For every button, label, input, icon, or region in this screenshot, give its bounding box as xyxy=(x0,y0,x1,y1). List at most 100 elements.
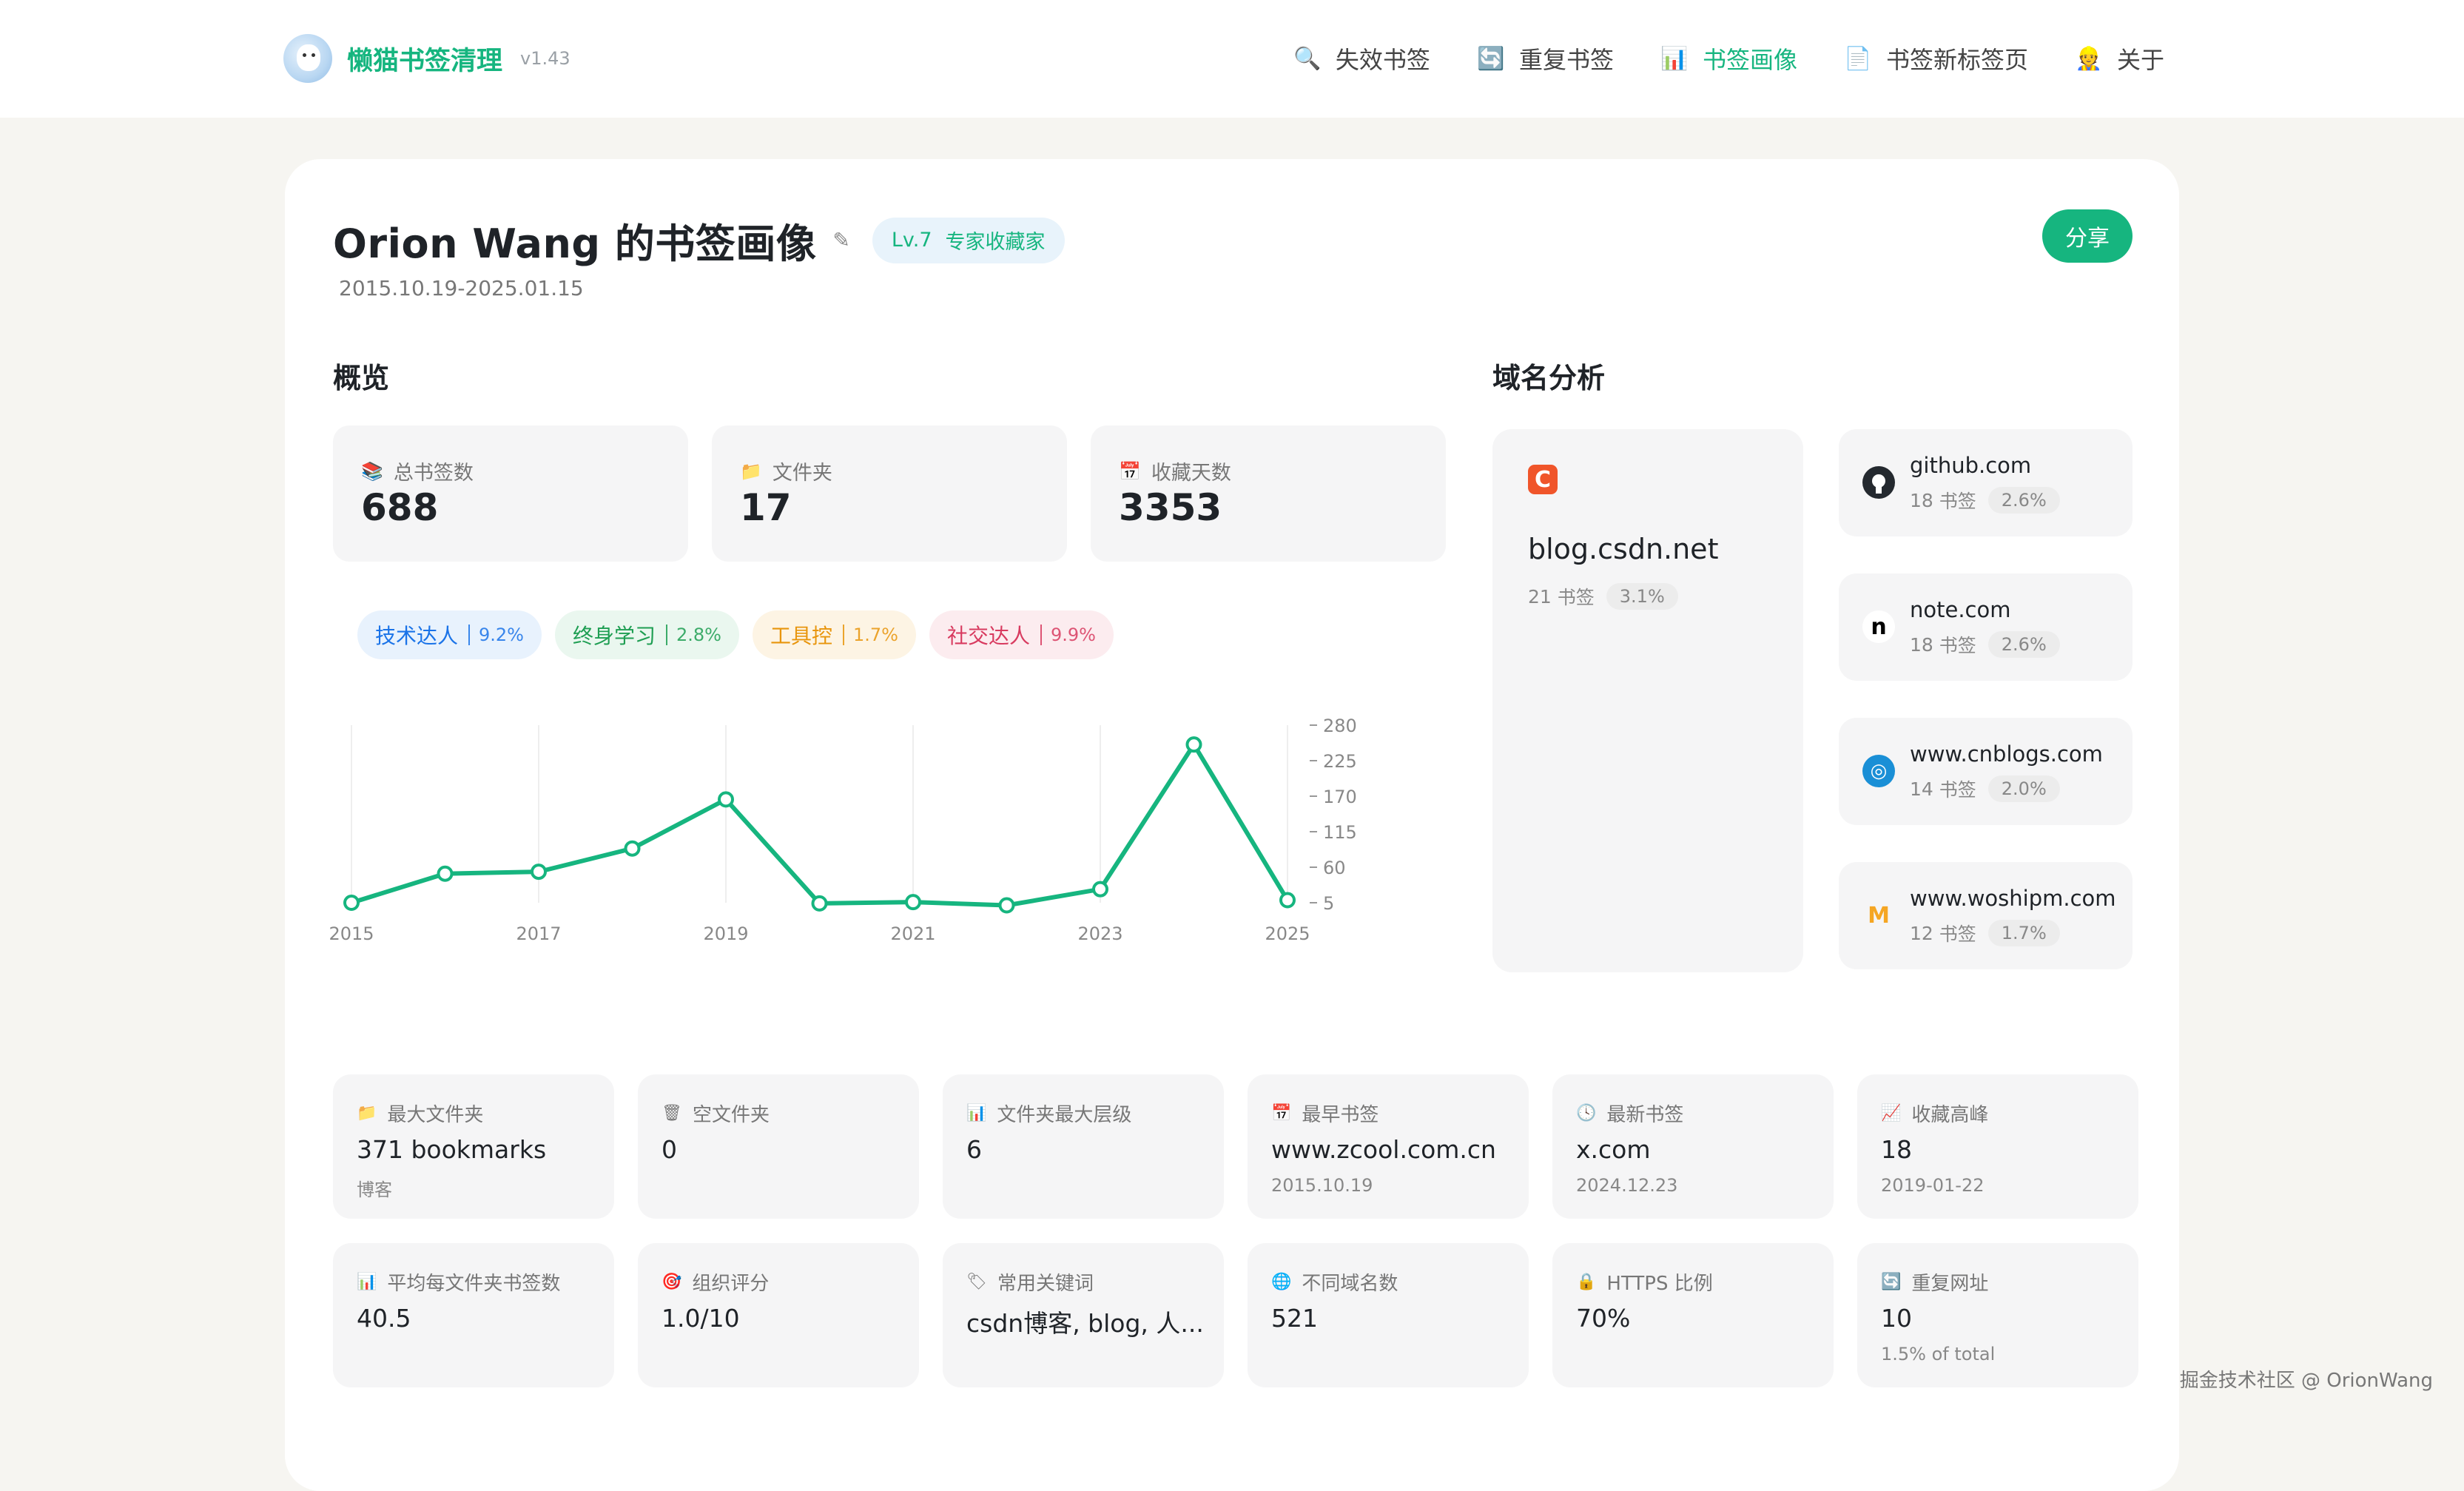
domain-unit: 书签 xyxy=(1939,491,1976,512)
nav-item-bookmark-profile[interactable]: 📊 书签画像 xyxy=(1660,41,1797,75)
lock-icon: 🔒 xyxy=(1576,1273,1597,1291)
detail-label: 平均每文件夹书签数 xyxy=(387,1273,561,1295)
label-icon: 🏷 xyxy=(966,1273,987,1291)
edit-pencil-icon[interactable]: ✎ xyxy=(832,228,849,252)
detail-label: 不同域名数 xyxy=(1302,1273,1398,1295)
x-tick-label: 2017 xyxy=(516,923,561,944)
data-point xyxy=(1185,736,1202,753)
detail-value: 10 xyxy=(1881,1304,1912,1333)
stat-collect-days: 📅 收藏天数 3353 xyxy=(1091,425,1446,562)
detail-card: 🕓 最新书签 x.com 2024.12.23 xyxy=(1552,1074,1834,1219)
cnblogs-icon: ◎ xyxy=(1862,755,1895,787)
detail-value: 0 xyxy=(662,1135,677,1164)
y-tick-label: 5 xyxy=(1323,893,1334,914)
detail-value: 18 xyxy=(1881,1135,1912,1164)
tag-percent: 9.9% xyxy=(1040,625,1096,645)
level-number: Lv.7 xyxy=(891,229,932,252)
detail-sub: 1.5% of total xyxy=(1881,1344,1996,1364)
domain-percent: 2.0% xyxy=(1987,775,2060,802)
watermark-credit: 掘金技术社区 @ OrionWang xyxy=(2179,1370,2433,1392)
domain-name: github.com xyxy=(1910,453,2032,478)
detail-value: 40.5 xyxy=(357,1304,411,1333)
detail-value: 6 xyxy=(966,1135,982,1164)
nav-item-broken-bookmarks[interactable]: 🔍 失效书签 xyxy=(1293,41,1430,75)
detail-card: 🏷 常用关键词 csdn博客, blog, 人... xyxy=(943,1243,1224,1387)
x-tick-label: 2023 xyxy=(1077,923,1122,944)
data-point xyxy=(905,894,921,911)
detail-label: 重复网址 xyxy=(1911,1273,1989,1295)
domain-card-woshipm[interactable]: M www.woshipm.com 12 书签 1.7% xyxy=(1839,862,2133,969)
csdn-icon: C xyxy=(1528,465,1558,494)
nav-item-duplicate-bookmarks[interactable]: 🔄 重复书签 xyxy=(1477,41,1614,75)
detail-card: 🔄 重复网址 10 1.5% of total xyxy=(1857,1243,2138,1387)
domain-percent: 1.7% xyxy=(1987,920,2060,946)
detail-card: 📊 平均每文件夹书签数 40.5 xyxy=(333,1243,614,1387)
detail-label: 文件夹最大层级 xyxy=(997,1104,1132,1126)
domain-card-note[interactable]: n note.com 18 书签 2.6% xyxy=(1839,573,2133,681)
detail-card: 📊 文件夹最大层级 6 xyxy=(943,1074,1224,1219)
cat-logo-icon xyxy=(283,34,332,83)
data-point xyxy=(1092,881,1108,898)
detail-sub: 2024.12.23 xyxy=(1576,1175,1678,1196)
detail-card: 🌐 不同域名数 521 xyxy=(1248,1243,1529,1387)
top-domain-card[interactable]: C blog.csdn.net 21 书签 3.1% xyxy=(1492,429,1803,972)
persona-tags: 技术达人 9.2% 终身学习 2.8% 工具控 1.7% 社交达人 9.9% xyxy=(357,610,1114,659)
detail-label: 最大文件夹 xyxy=(387,1104,484,1126)
detail-card: 🎯 组织评分 1.0/10 xyxy=(638,1243,919,1387)
nav-item-about[interactable]: 👷 关于 xyxy=(2075,41,2164,75)
domain-count: 18 xyxy=(1910,489,1933,511)
books-icon: 📚 xyxy=(361,460,383,482)
profile-card: Orion Wang 的书签画像 ✎ Lv.7 专家收藏家 2015.10.19… xyxy=(285,159,2179,1491)
domain-unit: 书签 xyxy=(1939,635,1976,656)
detail-label: HTTPS 比例 xyxy=(1606,1273,1713,1295)
domain-name: www.woshipm.com xyxy=(1910,886,2116,911)
bar-chart-icon: 📊 xyxy=(357,1273,377,1291)
data-point xyxy=(531,864,547,881)
x-tick-label: 2019 xyxy=(703,923,748,944)
domain-count: 18 xyxy=(1910,633,1933,656)
app-name: 懒猫书签清理 xyxy=(347,46,503,76)
domain-card-cnblogs[interactable]: ◎ www.cnblogs.com 14 书签 2.0% xyxy=(1839,718,2133,825)
trend-line xyxy=(351,742,1290,908)
app-version: v1.43 xyxy=(520,48,570,69)
stat-value: 688 xyxy=(361,486,439,529)
nav-label: 书签画像 xyxy=(1702,46,1797,74)
domain-count: 14 xyxy=(1910,778,1933,800)
tag-label: 终身学习 xyxy=(573,624,656,648)
detail-sub: 2015.10.19 xyxy=(1271,1175,1373,1196)
bar-chart-icon: 📊 xyxy=(966,1104,987,1123)
share-button[interactable]: 分享 xyxy=(2042,209,2133,263)
domain-percent: 2.6% xyxy=(1987,631,2060,658)
stat-value: 3353 xyxy=(1119,486,1222,529)
detail-label: 空文件夹 xyxy=(692,1104,770,1126)
tag-label: 技术达人 xyxy=(375,624,459,648)
main-nav: 🔍 失效书签 🔄 重复书签 📊 书签画像 📄 书签新标签页 👷 关于 xyxy=(1293,34,2164,83)
tag-label: 社交达人 xyxy=(947,624,1031,648)
nav-item-new-tab-page[interactable]: 📄 书签新标签页 xyxy=(1844,41,2028,75)
tag-percent: 2.8% xyxy=(666,625,721,645)
stat-value: 17 xyxy=(740,486,792,529)
domain-unit: 书签 xyxy=(1939,923,1976,945)
woshipm-icon: M xyxy=(1868,902,1890,929)
domain-card-github[interactable]: github.com 18 书签 2.6% xyxy=(1839,429,2133,536)
detail-label: 常用关键词 xyxy=(997,1273,1094,1295)
detail-label: 组织评分 xyxy=(692,1273,770,1295)
data-point xyxy=(624,840,641,857)
data-point xyxy=(343,895,360,911)
domain-analysis-heading: 域名分析 xyxy=(1492,362,1606,394)
domain-name: www.cnblogs.com xyxy=(1910,741,2103,767)
bar-chart-icon: 📊 xyxy=(1660,45,1689,72)
y-tick-label: 60 xyxy=(1323,858,1346,878)
detail-value: 70% xyxy=(1576,1304,1631,1333)
detail-label: 最新书签 xyxy=(1606,1104,1684,1126)
domain-count: 12 xyxy=(1910,922,1933,944)
detail-value: 371 bookmarks xyxy=(357,1135,547,1164)
brand[interactable]: 懒猫书签清理 v1.43 xyxy=(283,34,570,83)
person-icon: 👷 xyxy=(2075,45,2103,72)
domain-name: note.com xyxy=(1910,597,2011,622)
stat-label: 收藏天数 xyxy=(1151,462,1231,485)
folder-icon: 📁 xyxy=(357,1104,377,1123)
detail-value: www.zcool.com.cn xyxy=(1271,1135,1496,1164)
data-point xyxy=(998,897,1015,914)
detail-label: 最早书签 xyxy=(1302,1104,1379,1126)
